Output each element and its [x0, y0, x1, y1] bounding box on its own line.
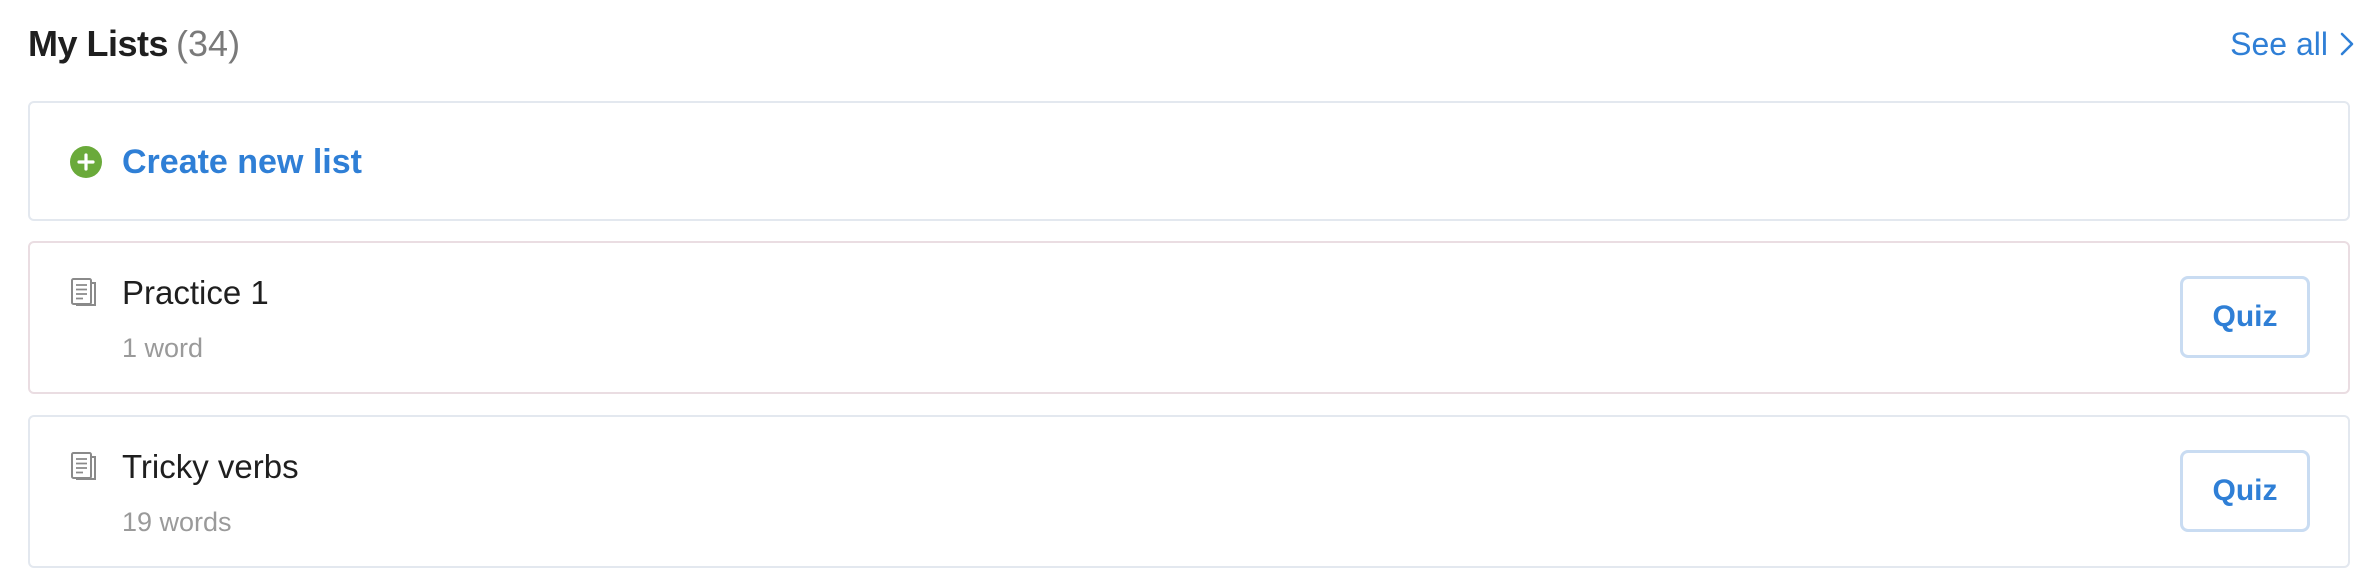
see-all-label: See all [2230, 26, 2328, 62]
create-new-list-button[interactable]: Create new list [28, 101, 2350, 221]
quiz-button[interactable]: Quiz [2180, 276, 2310, 358]
list-count: (34) [176, 23, 241, 64]
document-icon [71, 278, 96, 306]
quiz-button[interactable]: Quiz [2180, 450, 2310, 532]
see-all-link[interactable]: See all [2230, 24, 2354, 64]
section-title: My Lists (34) [28, 22, 240, 66]
plus-circle-icon [70, 146, 102, 178]
list-word-count: 1 word [122, 333, 204, 363]
list-item[interactable]: Tricky verbs 19 words Quiz [28, 415, 2350, 568]
list-name[interactable]: Tricky verbs [122, 447, 299, 487]
list-item[interactable]: Practice 1 1 word Quiz [28, 241, 2350, 394]
section-title-text: My Lists [28, 23, 169, 64]
my-lists-panel: My Lists (34) See all Create new list Pra… [0, 0, 2380, 580]
document-icon [71, 452, 96, 480]
create-new-list-label: Create new list [122, 143, 362, 181]
chevron-right-icon [2340, 32, 2354, 56]
list-word-count: 19 words [122, 507, 232, 537]
section-header: My Lists (34) See all [28, 16, 2354, 74]
list-name[interactable]: Practice 1 [122, 273, 269, 313]
